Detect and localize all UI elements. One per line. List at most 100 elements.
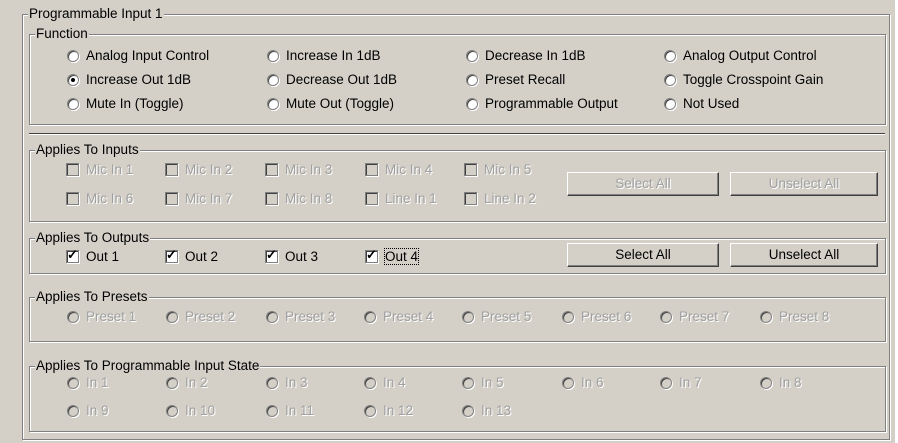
radio-label: In 1 (86, 375, 109, 390)
inputs-select-all-button[interactable]: Select All (567, 172, 719, 196)
checkbox-mic-in-5[interactable]: Mic In 5 (464, 162, 531, 178)
radio-label: Preset 1 (86, 309, 137, 324)
checkbox-line-in-2[interactable]: Line In 2 (464, 191, 536, 207)
checkbox-label: Mic In 3 (285, 162, 333, 177)
radio-state-in-5[interactable]: In 5 (462, 375, 504, 391)
function-legend: Function (35, 26, 89, 41)
radio-preset-5[interactable]: Preset 5 (462, 309, 531, 325)
radio-label: Decrease In 1dB (485, 48, 586, 63)
radio-state-in-2[interactable]: In 2 (166, 375, 208, 391)
checkbox-label: Out 2 (185, 249, 219, 264)
radio-button (166, 311, 178, 323)
radio-state-in-1[interactable]: In 1 (67, 375, 109, 391)
radio-decrease-out-1db[interactable]: Decrease Out 1dB (267, 72, 397, 88)
radio-not-used[interactable]: Not Used (664, 96, 739, 112)
radio-state-in-10[interactable]: In 10 (166, 403, 215, 419)
radio-button (266, 377, 278, 389)
radio-mute-out-toggle[interactable]: Mute Out (Toggle) (267, 96, 394, 112)
radio-label: Preset 7 (679, 309, 730, 324)
radio-state-in-3[interactable]: In 3 (266, 375, 308, 391)
radio-state-in-11[interactable]: In 11 (266, 403, 314, 419)
check-mark-icon: ✓ (67, 247, 78, 262)
radio-button (166, 377, 178, 389)
programmable-input-title: Programmable Input 1 (28, 6, 164, 21)
radio-label: In 2 (185, 375, 208, 390)
radio-preset-4[interactable]: Preset 4 (364, 309, 433, 325)
checkbox-label: Mic In 5 (484, 162, 532, 177)
checkbox (365, 163, 378, 176)
checkbox-label: Mic In 1 (86, 162, 134, 177)
radio-button (462, 377, 474, 389)
radio-state-in-7[interactable]: In 7 (660, 375, 702, 391)
radio-toggle-crosspoint-gain[interactable]: Toggle Crosspoint Gain (664, 72, 823, 88)
radio-preset-7[interactable]: Preset 7 (660, 309, 729, 325)
checkbox-out-3[interactable]: ✓ Out 3 (265, 248, 319, 265)
radio-button (266, 405, 278, 417)
radio-label: Mute In (Toggle) (86, 96, 184, 111)
radio-label: Preset 3 (285, 309, 336, 324)
checkbox-mic-in-3[interactable]: Mic In 3 (265, 162, 332, 178)
outputs-select-all-button[interactable]: Select All (567, 243, 719, 267)
checkbox-out-4[interactable]: ✓ Out 4 (365, 248, 420, 265)
checkbox-out-1[interactable]: ✓ Out 1 (66, 247, 119, 265)
radio-programmable-output[interactable]: Programmable Output (466, 96, 618, 112)
radio-button (67, 377, 79, 389)
radio-preset-3[interactable]: Preset 3 (266, 309, 335, 325)
radio-button (166, 405, 178, 417)
checkbox-mic-in-7[interactable]: Mic In 7 (165, 191, 232, 207)
radio-state-in-6[interactable]: In 6 (562, 375, 604, 391)
radio-state-in-8[interactable]: In 8 (760, 375, 802, 391)
checkbox-label: Line In 2 (484, 191, 536, 206)
outputs-unselect-all-button[interactable]: Unselect All (730, 243, 878, 267)
radio-mute-in-toggle[interactable]: Mute In (Toggle) (67, 96, 184, 112)
radio-increase-in-1db[interactable]: Increase In 1dB (267, 48, 381, 64)
radio-state-in-12[interactable]: In 12 (364, 403, 413, 419)
checkbox-mic-in-4[interactable]: Mic In 4 (365, 162, 432, 178)
radio-increase-out-1db[interactable]: Increase Out 1dB (67, 72, 191, 88)
radio-decrease-in-1db[interactable]: Decrease In 1dB (466, 48, 586, 64)
radio-preset-6[interactable]: Preset 6 (562, 309, 631, 325)
radio-state-in-4[interactable]: In 4 (364, 375, 406, 391)
checkbox-mic-in-8[interactable]: Mic In 8 (265, 191, 332, 207)
radio-button (67, 405, 79, 417)
radio-label: Preset 8 (779, 309, 830, 324)
radio-label: In 4 (383, 375, 406, 390)
radio-analog-input-control[interactable]: Analog Input Control (67, 48, 209, 64)
radio-button (364, 311, 376, 323)
radio-label: In 3 (285, 375, 308, 390)
radio-preset-2[interactable]: Preset 2 (166, 309, 235, 325)
radio-button (466, 98, 478, 110)
checkbox-checked: ✓ (66, 247, 79, 263)
checkbox-out-2[interactable]: ✓ Out 2 (165, 248, 219, 265)
checkbox-mic-in-2[interactable]: Mic In 2 (165, 162, 232, 178)
checkbox-checked: ✓ (365, 248, 378, 263)
radio-button (267, 50, 279, 62)
checkbox-label: Mic In 6 (86, 191, 134, 206)
inputs-unselect-all-button[interactable]: Unselect All (730, 172, 878, 196)
radio-button (760, 311, 772, 323)
radio-button (562, 311, 574, 323)
checkbox (265, 192, 278, 205)
checkbox-mic-in-1[interactable]: Mic In 1 (66, 162, 133, 178)
radio-label: In 12 (383, 403, 414, 418)
radio-preset-8[interactable]: Preset 8 (760, 309, 829, 325)
checkbox-checked: ✓ (265, 248, 278, 263)
radio-button (660, 311, 672, 323)
radio-label: Analog Output Control (683, 48, 817, 63)
radio-button-selected (67, 74, 79, 86)
radio-analog-output-control[interactable]: Analog Output Control (664, 48, 817, 64)
checkbox-label: Out 3 (285, 249, 319, 264)
outputs-legend: Applies To Outputs (35, 230, 151, 245)
radio-button (664, 74, 676, 86)
radio-label: In 13 (481, 403, 512, 418)
checkbox-mic-in-6[interactable]: Mic In 6 (66, 191, 133, 207)
radio-state-in-9[interactable]: In 9 (67, 403, 109, 419)
radio-label: Decrease Out 1dB (286, 72, 398, 87)
radio-preset-recall[interactable]: Preset Recall (466, 72, 565, 88)
radio-state-in-13[interactable]: In 13 (462, 403, 511, 419)
radio-button (466, 74, 478, 86)
radio-label: In 7 (679, 375, 702, 390)
checkbox-line-in-1[interactable]: Line In 1 (365, 191, 437, 207)
radio-label: Increase In 1dB (286, 48, 381, 63)
radio-preset-1[interactable]: Preset 1 (67, 309, 136, 325)
